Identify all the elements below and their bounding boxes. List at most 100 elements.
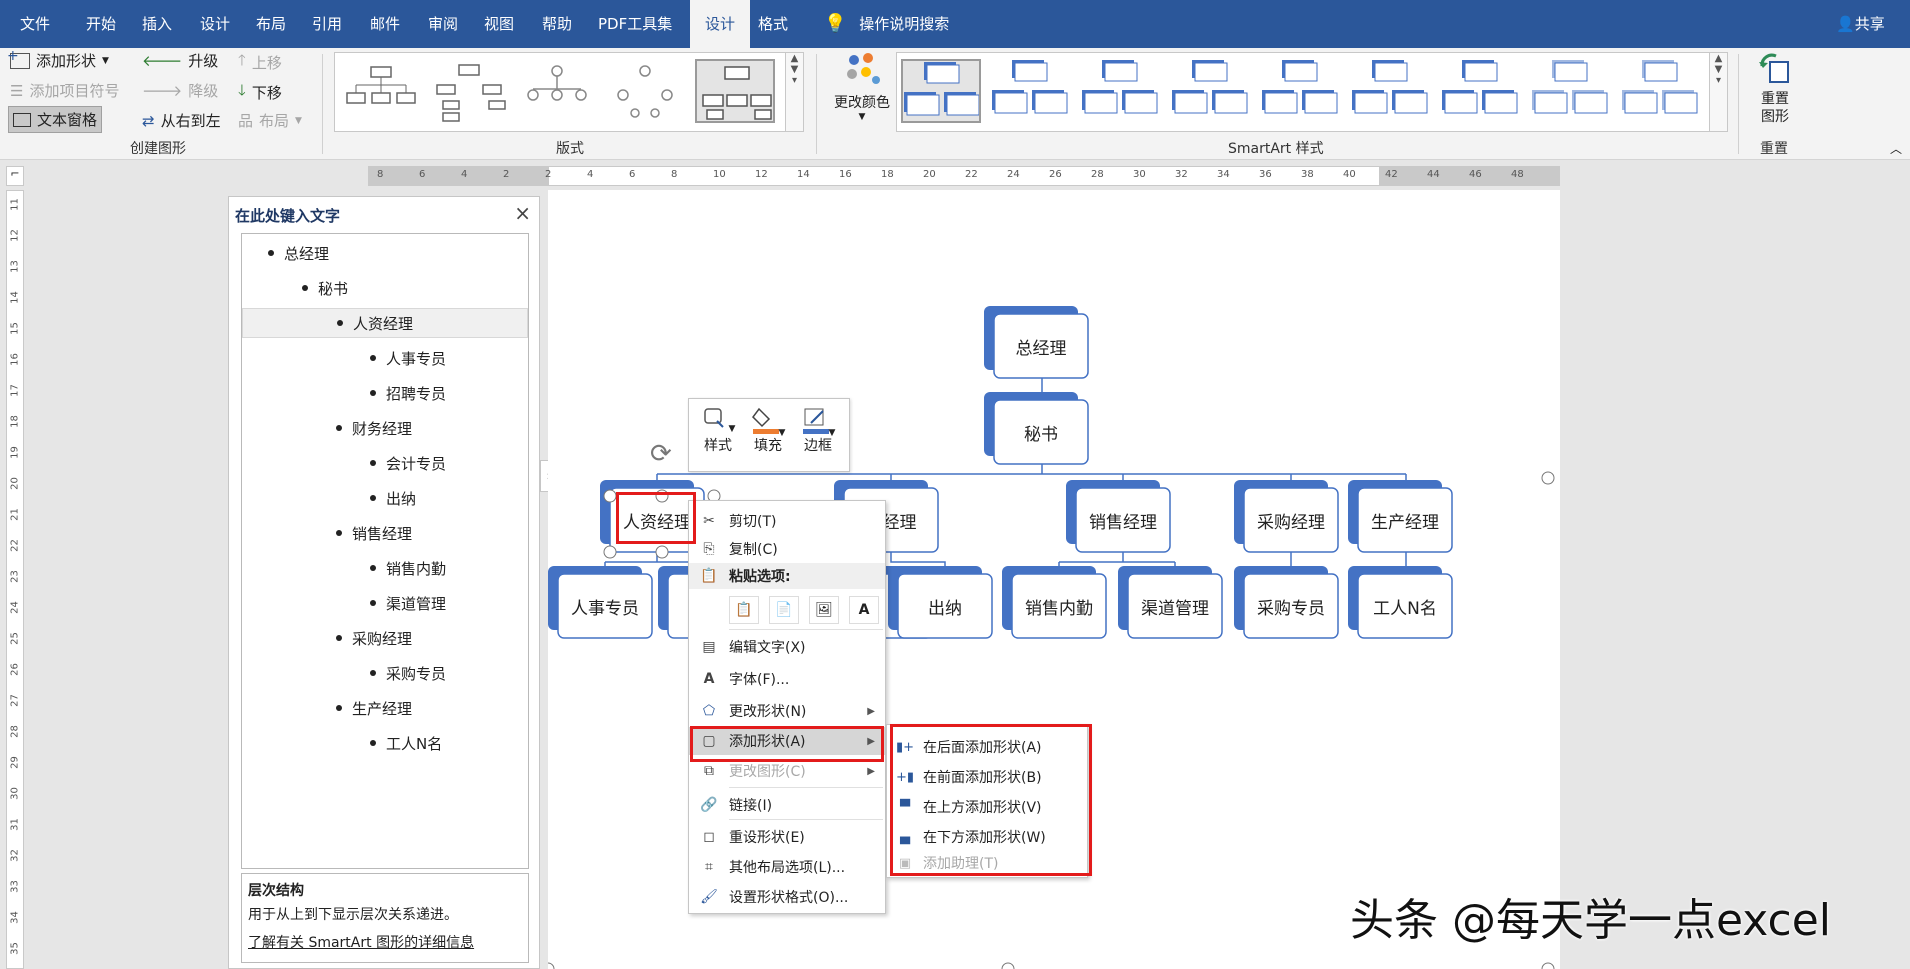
- text-pane-item[interactable]: 财务经理: [242, 413, 528, 443]
- menu-add-assistant[interactable]: ▣ 添加助理(T): [887, 849, 1087, 877]
- resize-handle[interactable]: [548, 962, 555, 969]
- menu-font[interactable]: A 字体(F)...: [689, 665, 885, 693]
- menu-change-shape[interactable]: ⬠ 更改形状(N) ▶: [689, 697, 885, 725]
- paste-keep-source-icon[interactable]: 📋: [729, 596, 759, 624]
- ruler-tick-label: 38: [1301, 169, 1314, 180]
- tab-pdf-tools[interactable]: PDF工具集: [592, 0, 678, 48]
- tab-view[interactable]: 视图: [478, 0, 520, 48]
- menu-add-shape-below[interactable]: ▄ 在下方添加形状(W): [887, 823, 1087, 851]
- menu-add-shape-above[interactable]: ▀ 在上方添加形状(V): [887, 793, 1087, 821]
- text-pane-item[interactable]: 采购专员: [242, 658, 528, 688]
- text-pane-item[interactable]: 人资经理: [242, 308, 528, 338]
- text-pane-item[interactable]: 销售内勤: [242, 553, 528, 583]
- menu-add-shape[interactable]: ▢ 添加形状(A) ▶: [689, 727, 885, 755]
- smartart-style-thumb[interactable]: [1531, 59, 1611, 123]
- reset-graphic-button[interactable]: 重置图形: [1752, 52, 1798, 126]
- vertical-ruler[interactable]: 11 12 13 14 15 16 17 18 19 20 21 22 23 24 25 26 27 28 29 30…: [6, 190, 24, 969]
- menu-more-layout[interactable]: ⌗ 其他布局选项(L)...: [689, 853, 885, 881]
- menu-reset-shape[interactable]: ◻ 重设形状(E): [689, 823, 885, 851]
- menu-change-graphic[interactable]: ⧉ 更改图形(C) ▶: [689, 757, 885, 785]
- paste-merge-icon[interactable]: 📄: [769, 596, 799, 624]
- tab-help[interactable]: 帮助: [536, 0, 578, 48]
- text-pane-item[interactable]: 销售经理: [242, 518, 528, 548]
- text-pane-item[interactable]: 生产经理: [242, 693, 528, 723]
- tab-references[interactable]: 引用: [306, 0, 348, 48]
- ruler-tick-label: 48: [1511, 169, 1524, 180]
- smartart-style-thumb[interactable]: [1081, 59, 1161, 123]
- tab-insert[interactable]: 插入: [136, 0, 178, 48]
- resize-handle[interactable]: [603, 545, 617, 559]
- layout-thumb-3[interactable]: [517, 59, 597, 123]
- smartart-style-thumb[interactable]: [991, 59, 1071, 123]
- smartart-style-thumb[interactable]: [1261, 59, 1341, 123]
- text-pane-item[interactable]: 渠道管理: [242, 588, 528, 618]
- layout-thumb-1[interactable]: [341, 59, 421, 123]
- paste-text-only-icon[interactable]: A: [849, 596, 879, 624]
- resize-handle[interactable]: [603, 489, 617, 503]
- menu-cut[interactable]: ✂ 剪切(T): [689, 507, 885, 535]
- share-button[interactable]: 👤共享: [1830, 0, 1891, 48]
- move-up-button[interactable]: 🡑 上移: [238, 50, 282, 75]
- promote-button[interactable]: 🡐 升级: [142, 50, 218, 71]
- text-pane-item[interactable]: 出纳: [242, 483, 528, 513]
- text-pane-item[interactable]: 会计专员: [242, 448, 528, 478]
- learn-more-link[interactable]: 了解有关 SmartArt 图形的详细信息: [248, 932, 522, 952]
- text-pane-item[interactable]: 秘书: [242, 273, 528, 303]
- rotate-handle-icon[interactable]: ⟳: [650, 439, 672, 469]
- layout-thumb-2[interactable]: [429, 59, 509, 123]
- tab-home[interactable]: 开始: [80, 0, 122, 48]
- gallery-scroll[interactable]: ▲ ▼ ▾: [1709, 53, 1727, 131]
- tell-me-search[interactable]: 💡 操作说明搜索: [818, 0, 955, 48]
- horizontal-ruler[interactable]: 8 6 4 2 2 4 6 8 10 12 14 16 18 20 22 24 26 28 30 32 34 36 38 40…: [368, 166, 1560, 186]
- smartart-style-thumb[interactable]: [1621, 59, 1701, 123]
- tab-format[interactable]: 格式: [752, 0, 794, 48]
- text-pane-item[interactable]: 人事专员: [242, 343, 528, 373]
- move-down-button[interactable]: 🡓 下移: [238, 80, 282, 105]
- smartart-style-thumb[interactable]: [1441, 59, 1521, 123]
- tab-selector-icon[interactable]: ⌐: [6, 166, 24, 186]
- smartart-style-thumb[interactable]: [901, 59, 981, 123]
- menu-link[interactable]: 🔗 链接(I): [689, 791, 885, 819]
- tab-smartart-design[interactable]: 设计: [690, 0, 750, 48]
- menu-edit-text[interactable]: ▤ 编辑文字(X): [689, 633, 885, 661]
- collapse-ribbon-icon[interactable]: ︿: [1890, 140, 1902, 157]
- resize-handle[interactable]: [1001, 962, 1015, 969]
- text-pane-item[interactable]: 工人N名: [242, 728, 528, 758]
- resize-handle[interactable]: [1541, 962, 1555, 969]
- gallery-scroll[interactable]: ▲ ▼ ▾: [785, 53, 803, 131]
- tab-file[interactable]: 文件: [14, 0, 56, 48]
- menu-add-shape-before[interactable]: +▮ 在前面添加形状(B): [887, 763, 1087, 791]
- resize-handle[interactable]: [1541, 471, 1555, 485]
- layouts-gallery[interactable]: ▲ ▼ ▾: [334, 52, 804, 132]
- menu-copy[interactable]: ⎘ 复制(C): [689, 535, 885, 563]
- smartart-styles-gallery[interactable]: ▲ ▼ ▾: [896, 52, 1728, 132]
- menu-format-shape[interactable]: 🖌 设置形状格式(O)...: [689, 883, 885, 911]
- text-pane-list[interactable]: 总经理秘书人资经理人事专员招聘专员财务经理会计专员出纳销售经理销售内勤渠道管理采…: [241, 233, 529, 869]
- change-colors-button[interactable]: 更改颜色 ▼: [826, 50, 898, 134]
- close-icon[interactable]: ×: [514, 201, 531, 225]
- layout-thumb-5-selected[interactable]: [695, 59, 775, 123]
- menu-add-shape-after[interactable]: ▮+ 在后面添加形状(A): [887, 733, 1087, 761]
- smartart-style-thumb[interactable]: [1171, 59, 1251, 123]
- text-pane-item[interactable]: 招聘专员: [242, 378, 528, 408]
- tab-review[interactable]: 审阅: [422, 0, 464, 48]
- smartart-style-thumb[interactable]: [1351, 59, 1431, 123]
- shape-outline-button[interactable]: ▼ 边框: [795, 405, 841, 455]
- text-pane-item[interactable]: 总经理: [242, 238, 528, 268]
- layout-button[interactable]: 品布局 ▼: [238, 110, 302, 131]
- resize-handle[interactable]: [655, 545, 669, 559]
- text-pane-button[interactable]: 文本窗格: [8, 106, 103, 133]
- add-bullet-button[interactable]: ☰ 添加项目符号: [10, 80, 119, 101]
- shape-fill-button[interactable]: ▼ 填充: [745, 405, 791, 455]
- text-pane-item[interactable]: 采购经理: [242, 623, 528, 653]
- tab-layout[interactable]: 布局: [250, 0, 292, 48]
- resize-handle[interactable]: [655, 489, 669, 503]
- demote-button[interactable]: 🡒 降级: [142, 80, 218, 101]
- add-shape-button[interactable]: + 添加形状 ▼: [7, 48, 109, 71]
- layout-thumb-4[interactable]: [605, 59, 685, 123]
- tab-mailings[interactable]: 邮件: [364, 0, 406, 48]
- paste-picture-icon[interactable]: 🖼: [809, 596, 839, 624]
- right-to-left-button[interactable]: ⇄ 从右到左: [142, 110, 221, 131]
- tab-design[interactable]: 设计: [194, 0, 236, 48]
- shape-style-button[interactable]: ▼ 样式: [695, 405, 741, 455]
